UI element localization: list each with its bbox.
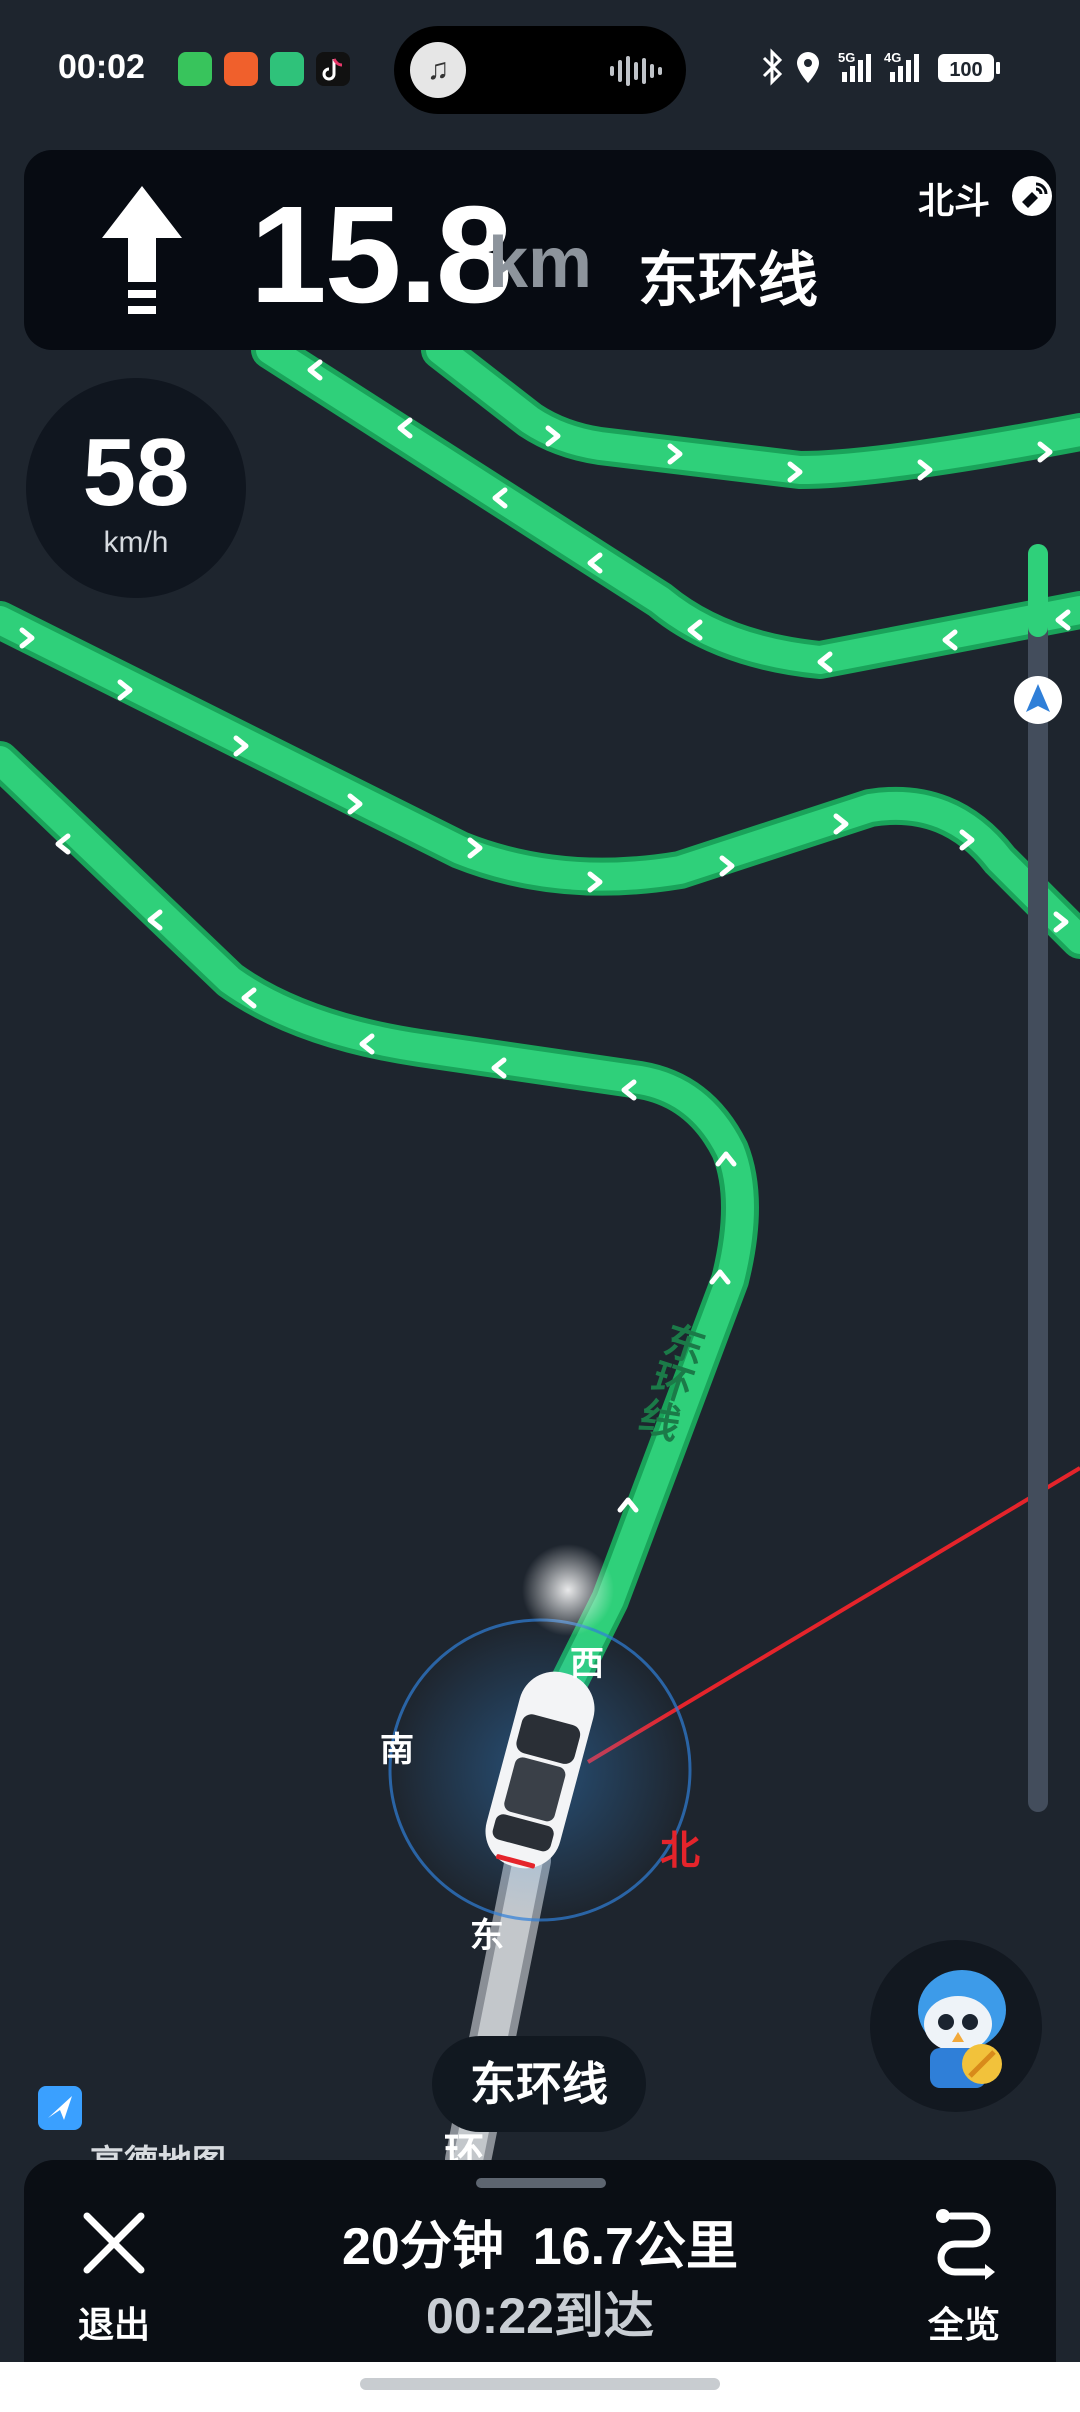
compass-west-label: 西 [570, 1645, 604, 1683]
arrival-time: 00:22到达 [426, 2288, 654, 2344]
route-overview-button[interactable]: 全览 [904, 2200, 1024, 2350]
amap-logo-icon [38, 2086, 82, 2130]
straight-arrow-icon [102, 186, 182, 314]
assistant-mascot-icon [918, 1970, 1006, 2088]
panel-drag-handle[interactable] [476, 2178, 606, 2188]
bottom-panel[interactable]: 退出 20分钟 16.7公里 00:22到达 全览 [24, 2160, 1056, 2362]
battery-icon: 100 [938, 54, 1000, 82]
status-bar: 00:02 ♫ 5G 4G 100 [0, 0, 1080, 140]
compass-south-label: 南 [380, 1731, 414, 1769]
current-road-chip: 东环线 [432, 2036, 646, 2132]
route-progress-bar [1028, 544, 1048, 1812]
overview-label: 全览 [927, 2304, 1000, 2345]
trip-summary: 20分钟 16.7公里 [24, 2204, 1056, 2279]
battery-app-icon [270, 52, 304, 86]
distance-value: 15.8 [250, 178, 513, 332]
remaining-distance: 16.7公里 [532, 2218, 738, 2276]
svg-text:4G: 4G [884, 50, 901, 65]
route-progress-fill [1028, 544, 1048, 637]
voice-assistant-button[interactable] [870, 1940, 1042, 2112]
speedometer: 58 km/h [26, 378, 246, 598]
dynamic-island[interactable]: ♫ [394, 26, 686, 114]
status-icons: 5G 4G 100 [762, 48, 1000, 86]
distance-unit: km [488, 223, 593, 303]
satellite-icon [1012, 176, 1052, 216]
photo-app-icon [224, 52, 258, 86]
route-overview-icon [936, 2209, 995, 2280]
speed-unit: km/h [103, 526, 169, 559]
location-icon [797, 52, 819, 83]
svg-text:5G: 5G [838, 50, 855, 65]
bluetooth-icon [762, 48, 783, 86]
speed-value: 58 [82, 419, 190, 526]
compass-north-label: 北 [660, 1829, 700, 1873]
compass-east-label: 东 [470, 1917, 504, 1955]
guidance-card[interactable]: 15.8 km 东环线 北斗 [24, 150, 1056, 350]
messages-app-icon [178, 52, 212, 86]
music-note-icon: ♫ [410, 42, 466, 98]
remaining-time: 20分钟 [342, 2218, 504, 2276]
audio-wave-icon [610, 56, 662, 86]
amap-logo: 高德地图 [38, 2086, 226, 2182]
home-indicator[interactable] [360, 2378, 720, 2390]
beidou-label: 北斗 [918, 180, 991, 221]
status-time: 00:02 [58, 48, 145, 86]
tiktok-app-icon [316, 52, 350, 86]
navigation-position-icon [1014, 676, 1062, 724]
next-road-name: 东环线 [638, 247, 818, 314]
svg-text:100: 100 [949, 59, 982, 81]
